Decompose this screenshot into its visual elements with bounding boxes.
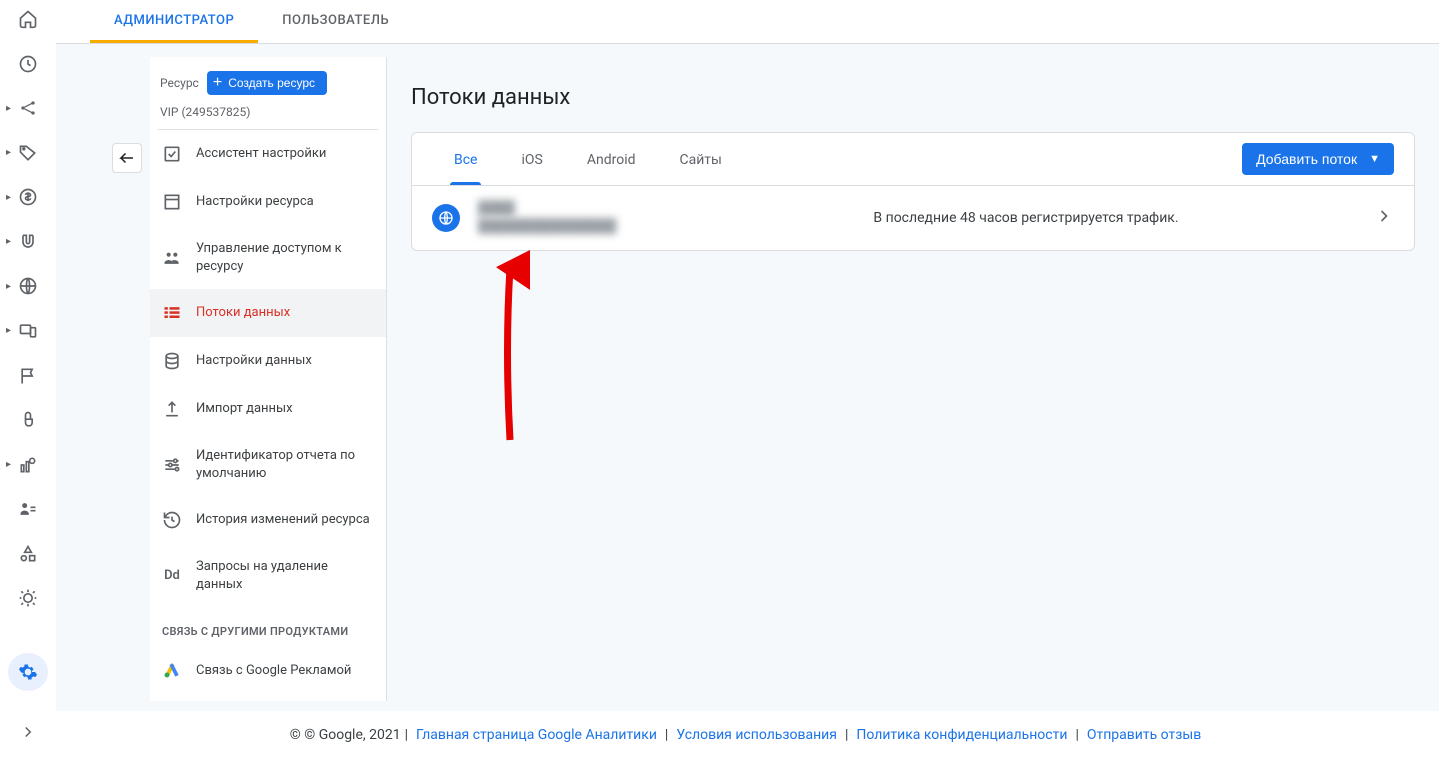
menu-item-assistant[interactable]: Ассистент настройки [150,130,386,178]
footer-link-privacy[interactable]: Политика конфиденциальности [856,727,1067,743]
tab-user[interactable]: ПОЛЬЗОВАТЕЛЬ [258,1,413,43]
web-stream-icon [432,204,460,232]
streams-icon [162,303,182,323]
gear-icon[interactable] [8,653,48,691]
home-icon[interactable] [16,8,40,31]
add-stream-button[interactable]: Добавить поток ▼ [1242,143,1394,175]
flag-icon[interactable] [16,364,40,387]
people-icon [162,248,182,268]
menu-item-access[interactable]: Управление доступом к ресурсу [150,226,386,289]
main-content: Потоки данных Все iOS Android Сайты Доба… [387,57,1439,701]
lifecycle-icon[interactable]: ▸ [16,97,40,120]
card-tabs: Все iOS Android Сайты Добавить поток ▼ [412,133,1414,186]
menu-item-google-ads[interactable]: Связь с Google Рекламой [150,646,386,694]
menu-label-assistant: Ассистент настройки [196,145,374,163]
menu-item-bigquery[interactable]: Связь с BigQuery [150,694,386,701]
resource-label: Ресурс [160,76,199,90]
section-header-linking: СВЯЗЬ С ДРУГИМИ ПРОДУКТАМИ [150,607,386,646]
left-icon-rail: ▸ ▸ ▸ ▸ ▸ ▸ ▸ [0,0,56,757]
menu-label-delete-req: Запросы на удаление данных [196,558,374,593]
page-title: Потоки данных [411,85,1415,110]
filter-tab-android[interactable]: Android [565,134,658,184]
globe-icon[interactable]: ▸ [16,275,40,298]
tag-icon[interactable]: ▸ [16,142,40,165]
shapes-icon[interactable] [16,542,40,565]
stream-row[interactable]: ████ ███████████████ В последние 48 часо… [412,186,1414,250]
menu-label-access: Управление доступом к ресурсу [196,240,374,275]
layout-icon [162,192,182,212]
history-icon [162,510,182,530]
footer-copyright: © © Google, 2021 [290,727,401,743]
magnet-icon[interactable]: ▸ [16,231,40,254]
database-icon [162,351,182,371]
stream-name: ████ [478,200,678,218]
dd-icon: Dd [162,566,182,586]
menu-item-report-id[interactable]: Идентификатор отчета по умолчанию [150,433,386,496]
checklist-icon [162,144,182,164]
bug-icon[interactable] [16,587,40,610]
menu-label-settings: Настройки ресурса [196,193,374,211]
filter-tab-all[interactable]: Все [432,134,499,184]
upload-icon [162,399,182,419]
menu-item-resource-settings[interactable]: Настройки ресурса [150,178,386,226]
menu-item-import[interactable]: Импорт данных [150,385,386,433]
footer-link-feedback[interactable]: Отправить отзыв [1087,727,1201,743]
admin-panel: Ресурс + Создать ресурс VIP (249537825) … [150,57,387,701]
google-ads-icon [162,660,182,680]
create-resource-button[interactable]: + Создать ресурс [207,71,327,95]
menu-label-data-settings: Настройки данных [196,352,374,370]
menu-item-data-streams[interactable]: Потоки данных [150,289,386,337]
clock-icon[interactable] [16,53,40,76]
menu-label-ads: Связь с Google Рекламой [196,662,374,680]
plus-icon: + [213,75,222,91]
chevron-right-icon [1374,206,1394,230]
menu-label-history: История изменений ресурса [196,511,374,529]
tabs-header: АДМИНИСТРАТОР ПОЛЬЗОВАТЕЛЬ [56,0,1439,44]
sliders-icon [162,455,182,475]
money-icon[interactable]: ▸ [16,186,40,209]
streams-card: Все iOS Android Сайты Добавить поток ▼ █… [411,132,1415,251]
chevron-down-icon: ▼ [1369,153,1380,165]
expand-rail-icon[interactable] [19,723,37,745]
devices-icon[interactable]: ▸ [16,320,40,343]
stream-info: ████ ███████████████ [478,200,678,236]
menu-item-history[interactable]: История изменений ресурса [150,496,386,544]
footer-link-terms[interactable]: Условия использования [676,727,837,743]
filter-tab-ios[interactable]: iOS [499,134,564,184]
touch-icon[interactable] [16,409,40,432]
footer-link-home[interactable]: Главная страница Google Аналитики [416,727,657,743]
bar-lock-icon[interactable]: ▸ [16,453,40,476]
back-button[interactable] [112,143,142,173]
stream-status: В последние 48 часов регистрируется траф… [696,210,1356,226]
menu-item-data-settings[interactable]: Настройки данных [150,337,386,385]
filter-tab-web[interactable]: Сайты [658,134,744,184]
menu-label-import: Импорт данных [196,400,374,418]
menu-item-delete-requests[interactable]: Dd Запросы на удаление данных [150,544,386,607]
user-card-icon[interactable] [16,498,40,521]
tab-admin[interactable]: АДМИНИСТРАТОР [90,1,258,43]
menu-label-report-id: Идентификатор отчета по умолчанию [196,447,374,482]
create-resource-label: Создать ресурс [228,76,315,90]
menu-label-streams: Потоки данных [196,304,374,322]
footer: © © Google, 2021 | Главная страница Goog… [56,711,1439,757]
resource-name[interactable]: VIP (249537825) [150,101,386,129]
stream-url: ███████████████ [478,218,678,236]
add-stream-label: Добавить поток [1256,151,1357,167]
